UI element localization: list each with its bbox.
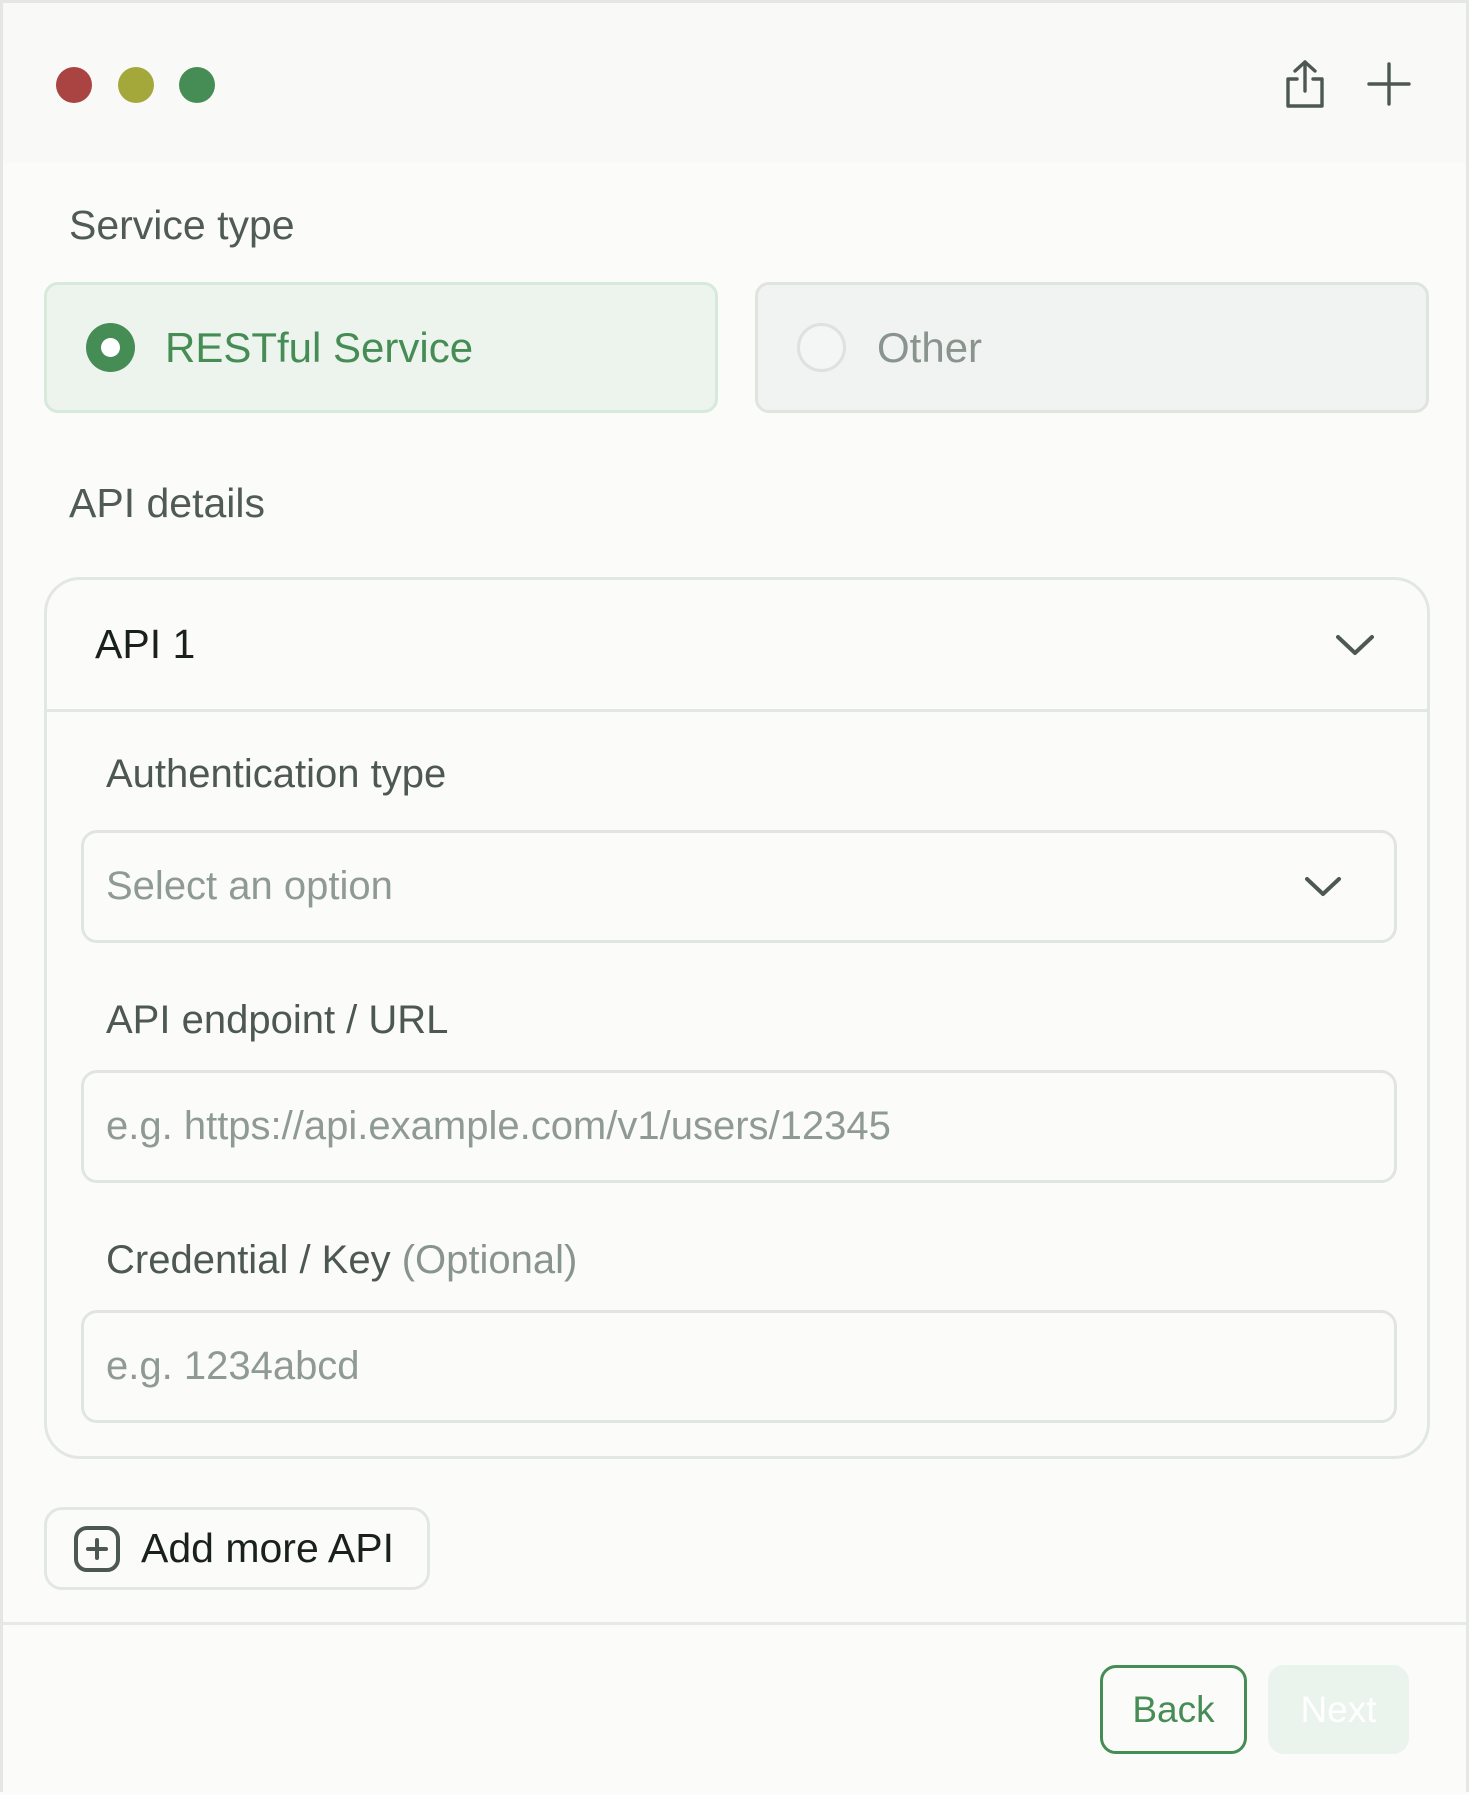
credential-label: Credential / Key (Optional) (106, 1238, 577, 1283)
footer: Back Next (3, 1622, 1466, 1795)
service-type-heading: Service type (69, 202, 295, 248)
radio-unselected-icon (797, 323, 846, 372)
optional-tag: (Optional) (401, 1238, 578, 1282)
service-option-other[interactable]: Other (755, 282, 1429, 413)
service-option-label: RESTful Service (165, 323, 474, 371)
auth-type-select[interactable]: Select an option (81, 830, 1397, 943)
maximize-window-button[interactable] (179, 67, 215, 103)
radio-selected-icon (86, 323, 135, 372)
share-button[interactable] (1276, 55, 1334, 113)
chevron-down-icon (1305, 876, 1341, 896)
chevron-down-icon (1336, 634, 1374, 655)
service-option-restful[interactable]: RESTful Service (44, 282, 718, 413)
auth-type-label: Authentication type (106, 752, 447, 796)
add-button[interactable] (1360, 55, 1418, 113)
endpoint-field[interactable] (81, 1070, 1397, 1183)
plus-square-icon (73, 1525, 121, 1573)
credential-field[interactable] (81, 1310, 1397, 1423)
minimize-window-button[interactable] (118, 67, 154, 103)
add-more-api-button[interactable]: Add more API (44, 1507, 430, 1590)
credential-label-text: Credential / Key (106, 1238, 391, 1282)
auth-type-placeholder: Select an option (106, 864, 393, 908)
api-card: API 1 Authentication type Select an opti… (44, 577, 1430, 1459)
share-icon (1286, 60, 1324, 108)
next-button[interactable]: Next (1268, 1665, 1409, 1754)
plus-icon (1367, 62, 1411, 106)
credential-input[interactable] (106, 1344, 1342, 1389)
api-title: API 1 (95, 621, 196, 667)
back-button[interactable]: Back (1100, 1665, 1247, 1754)
endpoint-input[interactable] (106, 1104, 1342, 1149)
api-details-heading: API details (69, 480, 265, 526)
close-window-button[interactable] (56, 67, 92, 103)
service-option-label: Other (877, 323, 983, 371)
endpoint-label: API endpoint / URL (106, 998, 449, 1042)
api-accordion-header[interactable]: API 1 (47, 580, 1427, 712)
title-bar (3, 3, 1466, 163)
app-window: Service type RESTful Service Other API d… (0, 0, 1469, 1795)
add-more-api-label: Add more API (141, 1525, 394, 1571)
